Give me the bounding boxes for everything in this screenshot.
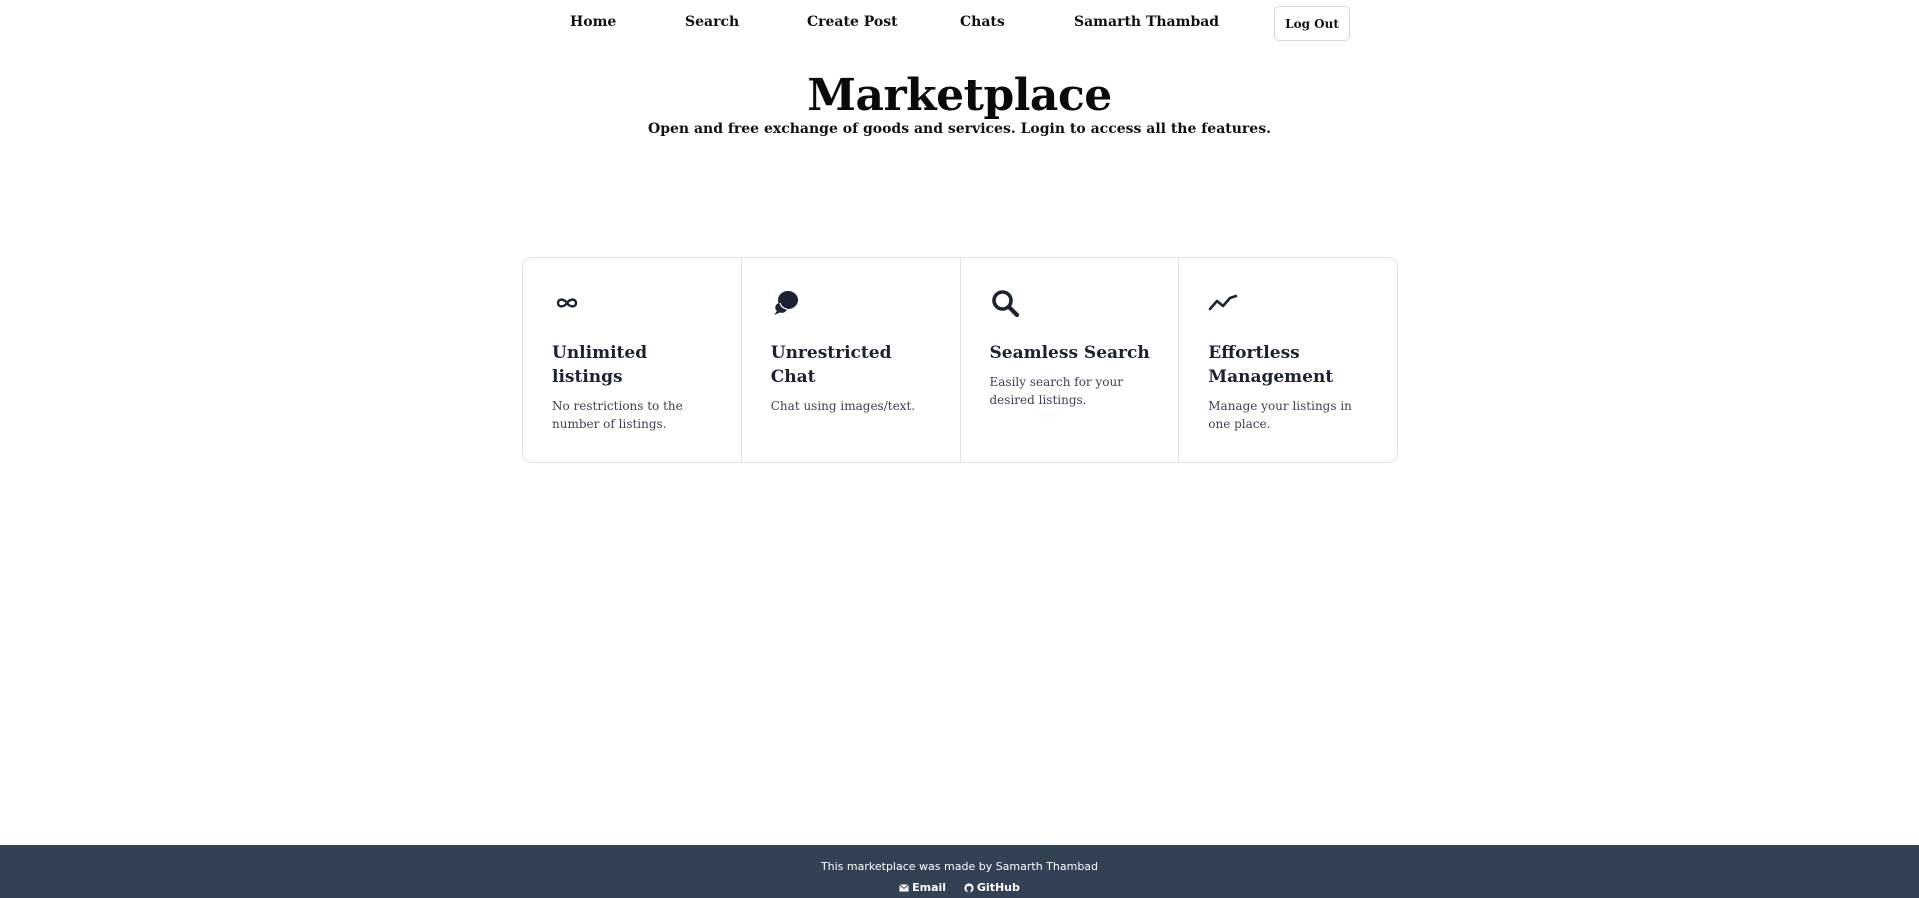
top-nav: Home Search Create Post Chats Samarth Th… (0, 0, 1919, 48)
footer-credit: This marketplace was made by Samarth Tha… (820, 860, 1099, 873)
page-subtitle: Open and free exchange of goods and serv… (648, 121, 1271, 137)
footer-github-link[interactable]: GitHub (964, 881, 1020, 894)
feature-title: Unrestricted Chat (770, 343, 892, 387)
footer-email-link[interactable]: Email (899, 881, 946, 894)
trend-line-icon (1208, 294, 1238, 311)
feature-card-unlimited-listings: Unlimited listings No restrictions to th… (523, 258, 742, 462)
feature-title: Seamless Search (989, 343, 1150, 363)
feature-title: Effortless Management (1208, 343, 1334, 387)
github-icon (964, 882, 974, 893)
nav-create-post-link[interactable]: Create Post (807, 14, 898, 30)
nav-profile-link[interactable]: Samarth Thambad (1074, 14, 1219, 30)
footer-email-label: Email (912, 881, 947, 894)
footer-github-label: GitHub (976, 881, 1020, 894)
infinity-icon (556, 298, 578, 308)
footer: This marketplace was made by Samarth Tha… (0, 845, 1919, 898)
search-icon (991, 290, 1019, 318)
nav-home-link[interactable]: Home (570, 14, 616, 30)
nav-search-link[interactable]: Search (685, 14, 739, 30)
page-title: Marketplace (807, 70, 1112, 121)
chat-bubbles-icon (773, 291, 798, 315)
features-grid: Unlimited listings No restrictions to th… (522, 257, 1398, 463)
feature-card-seamless-search: Seamless Search Easily search for your d… (961, 258, 1180, 462)
feature-card-unrestricted-chat: Unrestricted Chat Chat using images/text… (742, 258, 961, 462)
feature-description: Manage your listings in one place. (1208, 399, 1352, 431)
mail-icon (899, 883, 909, 891)
logout-button[interactable]: Log Out (1274, 6, 1350, 41)
nav-chats-link[interactable]: Chats (960, 14, 1005, 30)
feature-title: Unlimited listings (552, 343, 648, 387)
feature-description: Chat using images/text. (770, 399, 916, 413)
footer-links: Email GitHub (0, 881, 1919, 896)
feature-description: Easily search for your desired listings. (989, 375, 1123, 407)
feature-description: No restrictions to the number of listing… (552, 399, 683, 431)
feature-card-effortless-management: Effortless Management Manage your listin… (1179, 258, 1397, 462)
